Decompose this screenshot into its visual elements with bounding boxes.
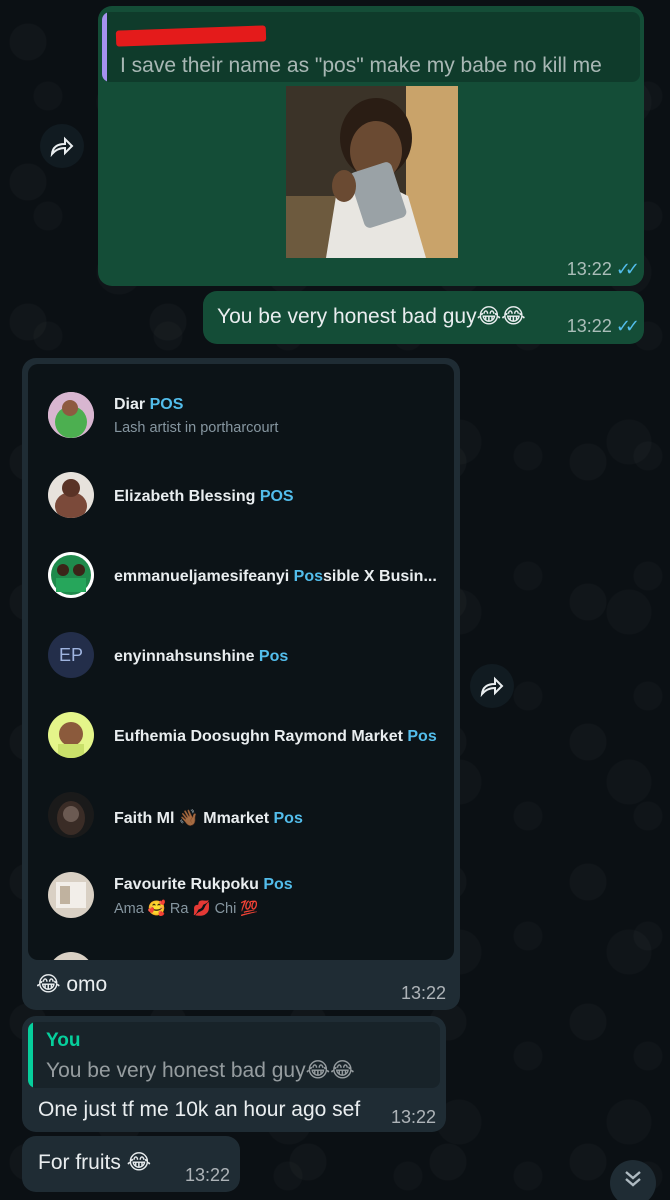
message-time: 13:22 ✓✓ [566, 316, 640, 336]
contact-row[interactable]: Diar POS Lash artist in portharcourt [28, 384, 454, 448]
incoming-message[interactable]: For fruits 😂 13:22 [22, 1136, 240, 1192]
message-time: 13:22 [390, 1107, 436, 1127]
outgoing-message[interactable]: You be very honest bad guy😂😂 13:22 ✓✓ [203, 291, 644, 344]
quote-text: I save their name as "pos" make my babe … [120, 54, 602, 77]
scroll-to-bottom-button[interactable] [610, 1160, 656, 1200]
quote-text: You be very honest bad guy😂😂 [46, 1059, 355, 1082]
photo-illustration [286, 86, 458, 258]
incoming-message-reply[interactable]: You You be very honest bad guy😂😂 One jus… [22, 1016, 446, 1132]
message-text: For fruits 😂 [38, 1151, 152, 1174]
contact-row[interactable]: Favourite Rukpoku Pos Ama 🥰 Ra 💋 Chi 💯 [28, 864, 454, 928]
read-receipt-icon: ✓✓ [615, 259, 640, 279]
incoming-message-image[interactable]: Diar POS Lash artist in portharcourt Eli… [22, 358, 460, 1010]
quote-author: You [46, 1030, 81, 1051]
message-image[interactable] [286, 86, 458, 258]
contact-avatar [48, 712, 94, 758]
message-time: 13:22 [400, 983, 446, 1003]
message-time: 13:22 [184, 1165, 230, 1185]
message-text: You be very honest bad guy😂😂 [217, 305, 526, 328]
message-caption: 😂 omo [36, 973, 108, 996]
contact-row[interactable]: Eufhemia Doosughn Raymond Market Pos [28, 704, 454, 768]
contact-row-partial [28, 946, 454, 960]
read-receipt-icon: ✓✓ [615, 316, 640, 336]
contact-row[interactable]: emmanueljamesifeanyi Possible X Busin... [28, 544, 454, 608]
forward-icon[interactable] [40, 124, 84, 168]
quoted-message[interactable]: You You be very honest bad guy😂😂 [28, 1022, 440, 1088]
message-time: 13:22 ✓✓ [566, 259, 640, 279]
contact-avatar [48, 392, 94, 438]
contact-row[interactable]: Faith Ml 👋🏾 Mmarket Pos [28, 784, 454, 848]
quoted-message[interactable]: I save their name as "pos" make my babe … [102, 12, 640, 82]
quote-author-redacted [115, 25, 267, 47]
contact-avatar [48, 872, 94, 918]
quote-accent-bar [102, 12, 107, 82]
double-chevron-down-icon [625, 1171, 641, 1187]
contact-avatar [48, 552, 94, 598]
contact-avatar [48, 472, 94, 518]
contact-avatar [48, 792, 94, 838]
contact-row[interactable]: EP enyinnahsunshine Pos [28, 624, 454, 688]
forward-icon[interactable] [470, 664, 514, 708]
contact-row[interactable]: Elizabeth Blessing POS [28, 464, 454, 528]
contact-avatar [48, 952, 94, 960]
quote-accent-bar [28, 1022, 33, 1088]
contact-avatar-initials: EP [48, 632, 94, 678]
outgoing-message-image[interactable]: I save their name as "pos" make my babe … [98, 6, 644, 286]
message-text: One just tf me 10k an hour ago sef [38, 1098, 361, 1121]
contacts-screenshot[interactable]: Diar POS Lash artist in portharcourt Eli… [28, 364, 454, 960]
